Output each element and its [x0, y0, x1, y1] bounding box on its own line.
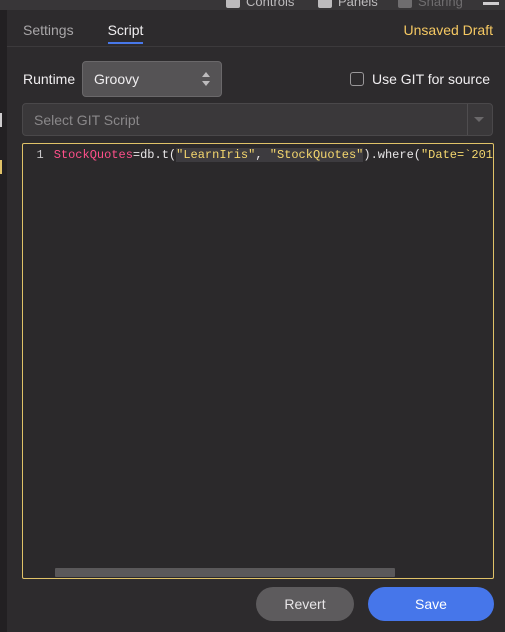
unsaved-draft-status: Unsaved Draft — [403, 22, 493, 38]
chevron-down-icon[interactable] — [474, 117, 484, 122]
code-string: "LearnIris" — [176, 148, 256, 162]
revert-button[interactable]: Revert — [256, 587, 354, 621]
toolbar-sharing[interactable]: Sharing — [398, 0, 463, 9]
save-button[interactable]: Save — [368, 587, 494, 621]
use-git-label[interactable]: Use GIT for source — [372, 71, 490, 87]
panels-icon — [318, 0, 332, 8]
git-script-placeholder: Select GIT Script — [34, 112, 140, 128]
tab-bar: Settings Script — [23, 22, 144, 44]
divider — [7, 46, 505, 47]
use-git-checkbox[interactable] — [350, 72, 364, 86]
left-panel-edge — [0, 10, 7, 632]
top-toolbar: Controls Panels Sharing — [0, 0, 505, 10]
toolbar-controls[interactable]: Controls — [226, 0, 294, 9]
toolbar-panels[interactable]: Panels — [318, 0, 378, 9]
tab-script[interactable]: Script — [107, 22, 144, 44]
edge-marker-highlight — [0, 160, 3, 174]
code-string: "StockQuotes" — [269, 148, 364, 162]
share-icon — [398, 0, 412, 8]
script-editor-panel: Controls Panels Sharing Settings Script … — [0, 0, 505, 632]
toolbar-panels-label: Panels — [338, 0, 378, 9]
horizontal-scrollbar[interactable] — [55, 568, 395, 577]
code-variable: StockQuotes — [53, 148, 133, 162]
code-line: 1 StockQuotes=db.t("LearnIris", "StockQu… — [23, 146, 493, 164]
git-script-select[interactable]: Select GIT Script — [22, 103, 493, 136]
tab-settings[interactable]: Settings — [23, 22, 74, 44]
controls-icon — [226, 0, 240, 8]
edge-marker — [0, 113, 3, 127]
select-separator — [467, 104, 468, 135]
code-text[interactable]: StockQuotes=db.t("LearnIris", "StockQuot… — [50, 148, 493, 162]
code-punct: , — [255, 148, 270, 162]
code-editor[interactable]: 1 StockQuotes=db.t("LearnIris", "StockQu… — [22, 143, 494, 579]
line-number: 1 — [36, 148, 44, 162]
code-call: ).where( — [363, 148, 421, 162]
toolbar-sharing-label: Sharing — [418, 0, 463, 9]
runtime-select[interactable]: Groovy — [82, 61, 222, 97]
toolbar-controls-label: Controls — [246, 0, 295, 9]
runtime-value: Groovy — [94, 71, 140, 87]
code-string: "Date=`201 — [420, 148, 493, 162]
up-down-chevron-icon — [202, 72, 210, 86]
code-call: =db.t( — [132, 148, 177, 162]
hamburger-icon[interactable] — [483, 2, 499, 5]
runtime-label: Runtime — [23, 71, 76, 87]
